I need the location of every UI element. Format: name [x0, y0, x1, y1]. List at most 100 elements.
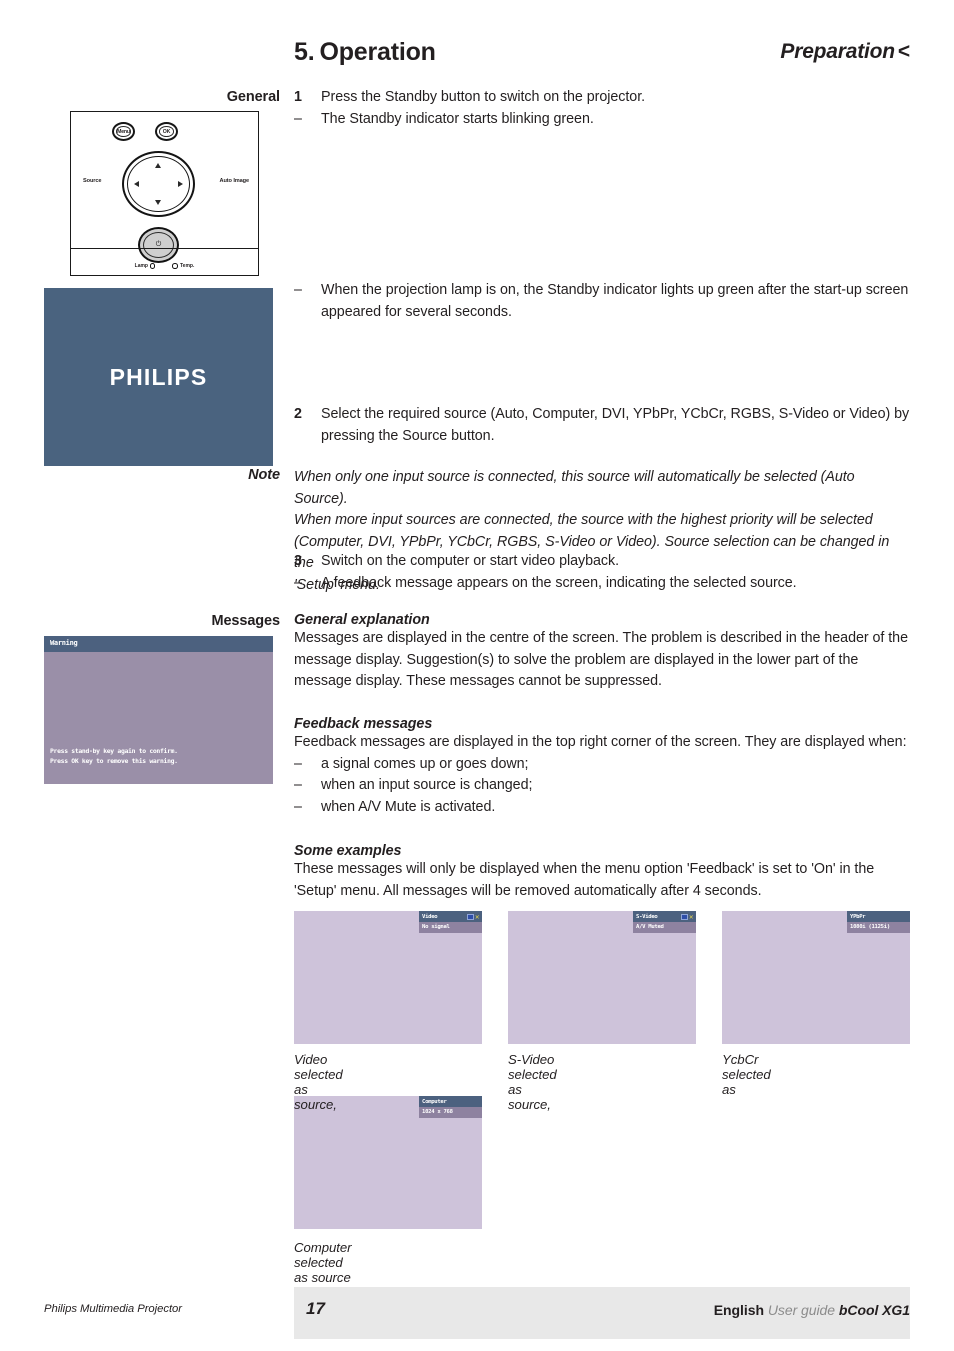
running-head-text: Preparation: [780, 40, 895, 63]
footer-right-text: English User guide bCool XG1: [714, 1302, 910, 1318]
step-3-block: 3 Switch on the computer or start video …: [294, 551, 910, 594]
feedback-bullet-dash: –: [294, 755, 302, 772]
arrow-up-icon: [155, 163, 162, 168]
page-title: 5. Operation: [294, 38, 436, 67]
osd-example-tile: S-Video ✕ A/V Muted: [508, 911, 696, 1044]
feedback-bullet-dash: –: [294, 777, 302, 793]
panel-divider: [71, 248, 258, 250]
osd-example-caption: Video selected as source,: [294, 1052, 343, 1112]
osd-example-caption: S-Video selected as source,: [508, 1052, 557, 1112]
feedback-messages-block: Feedback messages Feedback messages are …: [294, 716, 910, 818]
step-3: 3 Switch on the computer or start video …: [294, 551, 910, 573]
osd-feedback-box: S-Video ✕ A/V Muted: [633, 911, 696, 933]
standby-button: ⏻: [138, 227, 179, 263]
footer-doc-type: User guide: [767, 1302, 836, 1318]
step-3-sub: – A feedback message appears on the scre…: [294, 573, 910, 595]
feedback-bullet-text: when an input source is changed;: [321, 777, 533, 793]
startup-note-text: When the projection lamp is on, the Stan…: [321, 282, 909, 320]
step-3-sub-text: A feedback message appears on the screen…: [321, 574, 797, 591]
cross-icon: ✕: [475, 913, 479, 922]
step-2-text: Select the required source (Auto, Comput…: [321, 406, 910, 444]
speaker-mute-icon: [466, 914, 474, 921]
warning-footer: Press stand-by key again to confirm. Pre…: [50, 747, 178, 766]
step-1-sub: – The Standby indicator starts blinking …: [294, 109, 910, 131]
step-3-text: Switch on the computer or start video pl…: [321, 553, 620, 569]
startup-note: – When the projection lamp is on, the St…: [294, 280, 910, 323]
warning-message-figure: Warning If the projector is switched off…: [44, 636, 550, 784]
lamp-led-icon: [149, 263, 156, 269]
auto-image-label: Auto Image: [219, 178, 250, 184]
cross-icon: ✕: [689, 913, 693, 922]
step-1-text: Press the Standby button to switch on th…: [321, 89, 646, 105]
sidebar-label-note: Note: [248, 467, 280, 483]
osd-example-caption: YcbCr selected as: [722, 1052, 771, 1097]
osd-example-tile: Computer 1024 x 768: [294, 1096, 482, 1229]
temp-indicator-label: Temp.: [179, 263, 195, 269]
osd-source-label: Video: [422, 914, 438, 921]
page-number: 17: [306, 1299, 325, 1318]
chapter-title-text: Operation: [319, 38, 436, 66]
note-line-1: When only one input source is connected,…: [294, 469, 855, 507]
indicator-leds: Lamp Temp.: [71, 263, 258, 269]
step-2-number: 2: [294, 406, 302, 422]
warning-footer-line2: Press OK key to remove this warning.: [50, 756, 178, 765]
arrow-left-icon: [134, 180, 139, 187]
step-2: 2 Select the required source (Auto, Comp…: [294, 404, 910, 447]
startup-note-dash: –: [294, 282, 302, 298]
osd-source-label: S-Video: [636, 914, 658, 921]
osd-source-label: Computer: [422, 1099, 447, 1106]
arrow-down-icon: [155, 200, 162, 205]
feedback-bullet-dash: –: [294, 798, 302, 815]
feedback-messages-intro: Feedback messages are displayed in the t…: [294, 734, 907, 750]
arrow-right-icon: [178, 180, 183, 187]
osd-icons: ✕: [466, 913, 479, 922]
osd-icons: ✕: [680, 913, 693, 922]
ok-button-label: OK: [162, 128, 171, 135]
running-head: Preparation <: [780, 40, 910, 64]
temp-indicator: Temp.: [172, 263, 194, 269]
osd-feedback-box: YPbPr 1080i (1125i): [847, 911, 910, 933]
chapter-number: 5.: [294, 38, 315, 66]
step-1-block: 1 Press the Standby button to switch on …: [294, 87, 910, 130]
sidebar-label-messages: Messages: [211, 613, 280, 629]
note-line-2: When more input sources are connected, t…: [294, 512, 873, 528]
temp-led-icon: [172, 263, 178, 269]
general-explanation-heading: General explanation: [294, 612, 430, 628]
osd-status-label: 1024 x 768: [419, 1107, 482, 1118]
footer-model: bCool XG1: [838, 1302, 910, 1318]
control-panel-figure: Menu OK Source Auto Image ⏻ Lamp Temp.: [70, 111, 259, 276]
osd-example-tile: Video ✕ No signal: [294, 911, 482, 1044]
osd-source-row: Video ✕: [419, 911, 482, 922]
feedback-bullet-text: when A/V Mute is activated.: [321, 798, 496, 815]
osd-status-label: 1080i (1125i): [847, 922, 910, 933]
osd-feedback-box: Computer 1024 x 768: [419, 1096, 482, 1118]
osd-source-row: S-Video ✕: [633, 911, 696, 922]
footer-language: English: [713, 1302, 764, 1318]
lamp-indicator: Lamp: [135, 263, 156, 269]
warning-footer-line1: Press stand-by key again to confirm.: [50, 747, 178, 755]
step-1-dash: –: [294, 110, 302, 127]
general-explanation-block: General explanation Messages are display…: [294, 612, 910, 693]
step-1-number: 1: [294, 89, 302, 105]
page: 5. Operation Preparation < General Note Me…: [0, 0, 954, 1351]
speaker-mute-icon: [680, 914, 688, 921]
menu-button-label: Menu: [117, 128, 130, 135]
step-1: 1 Press the Standby button to switch on …: [294, 87, 910, 109]
source-label: Source: [83, 178, 102, 184]
feedback-bullet: – a signal comes up or goes down;: [294, 754, 910, 776]
some-examples-body: These messages will only be displayed wh…: [294, 861, 875, 899]
footer-left-text: Philips Multimedia Projector: [44, 1303, 182, 1315]
osd-source-row: YPbPr: [847, 911, 910, 922]
warning-title: Warning: [44, 636, 273, 652]
osd-example-tile: YPbPr 1080i (1125i): [722, 911, 910, 1044]
osd-source-label: YPbPr: [850, 914, 866, 921]
feedback-bullet: – when an input source is changed;: [294, 775, 910, 797]
osd-feedback-box: Video ✕ No signal: [419, 911, 482, 933]
feedback-bullet-text: a signal comes up or goes down;: [321, 755, 529, 772]
lamp-indicator-label: Lamp: [134, 263, 148, 269]
step-3-dash: –: [294, 574, 302, 591]
ok-button: OK: [155, 122, 178, 141]
running-head-arrow-icon: <: [897, 40, 910, 63]
philips-logo: PHILIPS: [109, 363, 208, 390]
startup-splash-figure: PHILIPS: [44, 288, 273, 466]
